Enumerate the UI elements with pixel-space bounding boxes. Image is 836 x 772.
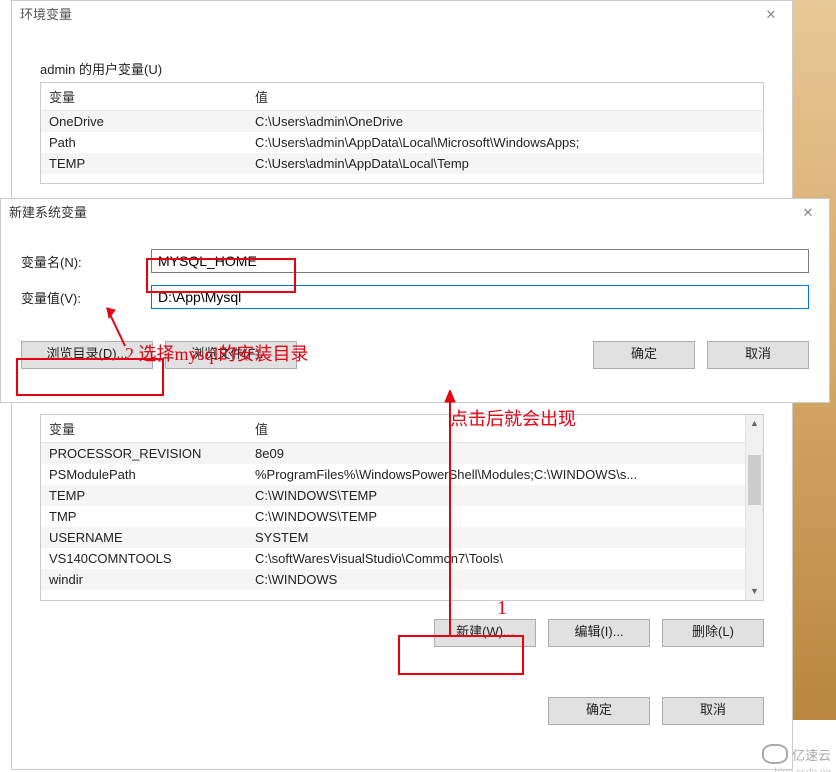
table-row[interactable]: VS140COMNTOOLSC:\softWaresVisualStudio\C…: [41, 548, 763, 569]
close-icon[interactable]: ✕: [787, 199, 829, 227]
var-value-label: 变量值(V):: [21, 288, 151, 307]
var-name-label: 变量名(N):: [21, 252, 151, 271]
col-header-value[interactable]: 值: [247, 83, 763, 110]
table-row[interactable]: TMPC:\WINDOWS\TEMP: [41, 506, 763, 527]
edit-button[interactable]: 编辑(I)...: [548, 619, 650, 647]
table-row[interactable]: TEMPC:\Users\admin\AppData\Local\Temp: [41, 153, 763, 174]
table-row[interactable]: PSModulePath%ProgramFiles%\WindowsPowerS…: [41, 464, 763, 485]
var-value-input[interactable]: [151, 285, 809, 309]
table-row[interactable]: USERNAMESYSTEM: [41, 527, 763, 548]
env-dialog-titlebar: 环境变量 ✕: [12, 1, 792, 29]
table-row[interactable]: TEMPC:\WINDOWS\TEMP: [41, 485, 763, 506]
col-header-value[interactable]: 值: [247, 415, 763, 442]
new-dialog-title: 新建系统变量: [9, 205, 87, 220]
new-variable-dialog: 新建系统变量 ✕ 变量名(N): 变量值(V): 浏览目录(D)... 浏览文件…: [0, 198, 830, 403]
browse-dir-button[interactable]: 浏览目录(D)...: [21, 341, 153, 369]
cancel-button[interactable]: 取消: [662, 697, 764, 725]
scroll-down-icon[interactable]: ▼: [746, 583, 763, 600]
watermark-sub: blog.csdn.ne: [774, 767, 831, 772]
col-header-variable[interactable]: 变量: [41, 415, 247, 442]
system-vars-table[interactable]: 变量 值 PROCESSOR_REVISION8e09 PSModulePath…: [40, 414, 764, 601]
table-row[interactable]: OneDriveC:\Users\admin\OneDrive: [41, 111, 763, 132]
new-dialog-titlebar: 新建系统变量 ✕: [1, 199, 829, 227]
watermark-logo-icon: [762, 744, 788, 764]
ok-button[interactable]: 确定: [548, 697, 650, 725]
user-vars-table[interactable]: 变量 值 OneDriveC:\Users\admin\OneDrive Pat…: [40, 82, 764, 184]
table-row[interactable]: PROCESSOR_REVISION8e09: [41, 443, 763, 464]
var-name-input[interactable]: [151, 249, 809, 273]
scroll-thumb[interactable]: [748, 455, 761, 505]
ok-button[interactable]: 确定: [593, 341, 695, 369]
col-header-variable[interactable]: 变量: [41, 83, 247, 110]
close-icon[interactable]: ✕: [750, 1, 792, 29]
scrollbar[interactable]: ▲ ▼: [745, 415, 763, 600]
user-vars-label: admin 的用户变量(U): [40, 59, 764, 78]
cancel-button[interactable]: 取消: [707, 341, 809, 369]
watermark: 亿速云: [762, 744, 831, 764]
scroll-up-icon[interactable]: ▲: [746, 415, 763, 432]
table-row[interactable]: PathC:\Users\admin\AppData\Local\Microso…: [41, 132, 763, 153]
env-dialog-title: 环境变量: [20, 7, 72, 22]
table-row[interactable]: windirC:\WINDOWS: [41, 569, 763, 590]
watermark-text: 亿速云: [792, 745, 831, 764]
delete-button[interactable]: 删除(L): [662, 619, 764, 647]
browse-file-button[interactable]: 浏览文件(F)...: [165, 341, 297, 369]
new-button[interactable]: 新建(W)...: [434, 619, 536, 647]
